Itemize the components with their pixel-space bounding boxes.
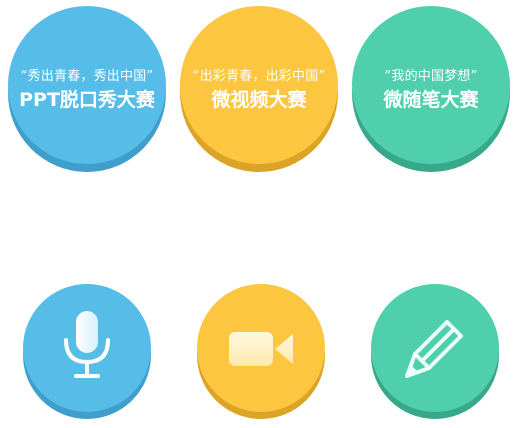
video-camera-button[interactable]: [197, 284, 325, 419]
contest-title: 微视频大赛: [211, 88, 307, 111]
contest-slogan: “秀出青春，秀出中国”: [20, 68, 154, 84]
contest-slogan: “我的中国梦想”: [384, 68, 478, 84]
contest-card-micro-video[interactable]: “出彩青春，出彩中国” 微视频大赛: [180, 6, 338, 172]
contest-slogan: “出彩青春，出彩中国”: [192, 68, 326, 84]
pencil-icon: [405, 320, 463, 378]
circle-face: “我的中国梦想” 微随笔大赛: [352, 6, 510, 164]
circle-face: [371, 284, 499, 412]
contest-title: PPT脱口秀大赛: [19, 88, 155, 111]
microphone-button[interactable]: [23, 284, 151, 419]
microphone-icon: [64, 311, 110, 378]
video-camera-icon: [229, 332, 293, 366]
circle-face: [197, 284, 325, 412]
circle-face: “出彩青春，出彩中国” 微视频大赛: [180, 6, 338, 164]
pencil-button[interactable]: [371, 284, 499, 419]
circle-face: [23, 284, 151, 412]
contest-card-micro-essay[interactable]: “我的中国梦想” 微随笔大赛: [352, 6, 510, 172]
contest-card-ppt-talkshow[interactable]: “秀出青春，秀出中国” PPT脱口秀大赛: [8, 6, 166, 172]
contest-title: 微随笔大赛: [383, 88, 479, 111]
circle-face: “秀出青春，秀出中国” PPT脱口秀大赛: [8, 6, 166, 164]
